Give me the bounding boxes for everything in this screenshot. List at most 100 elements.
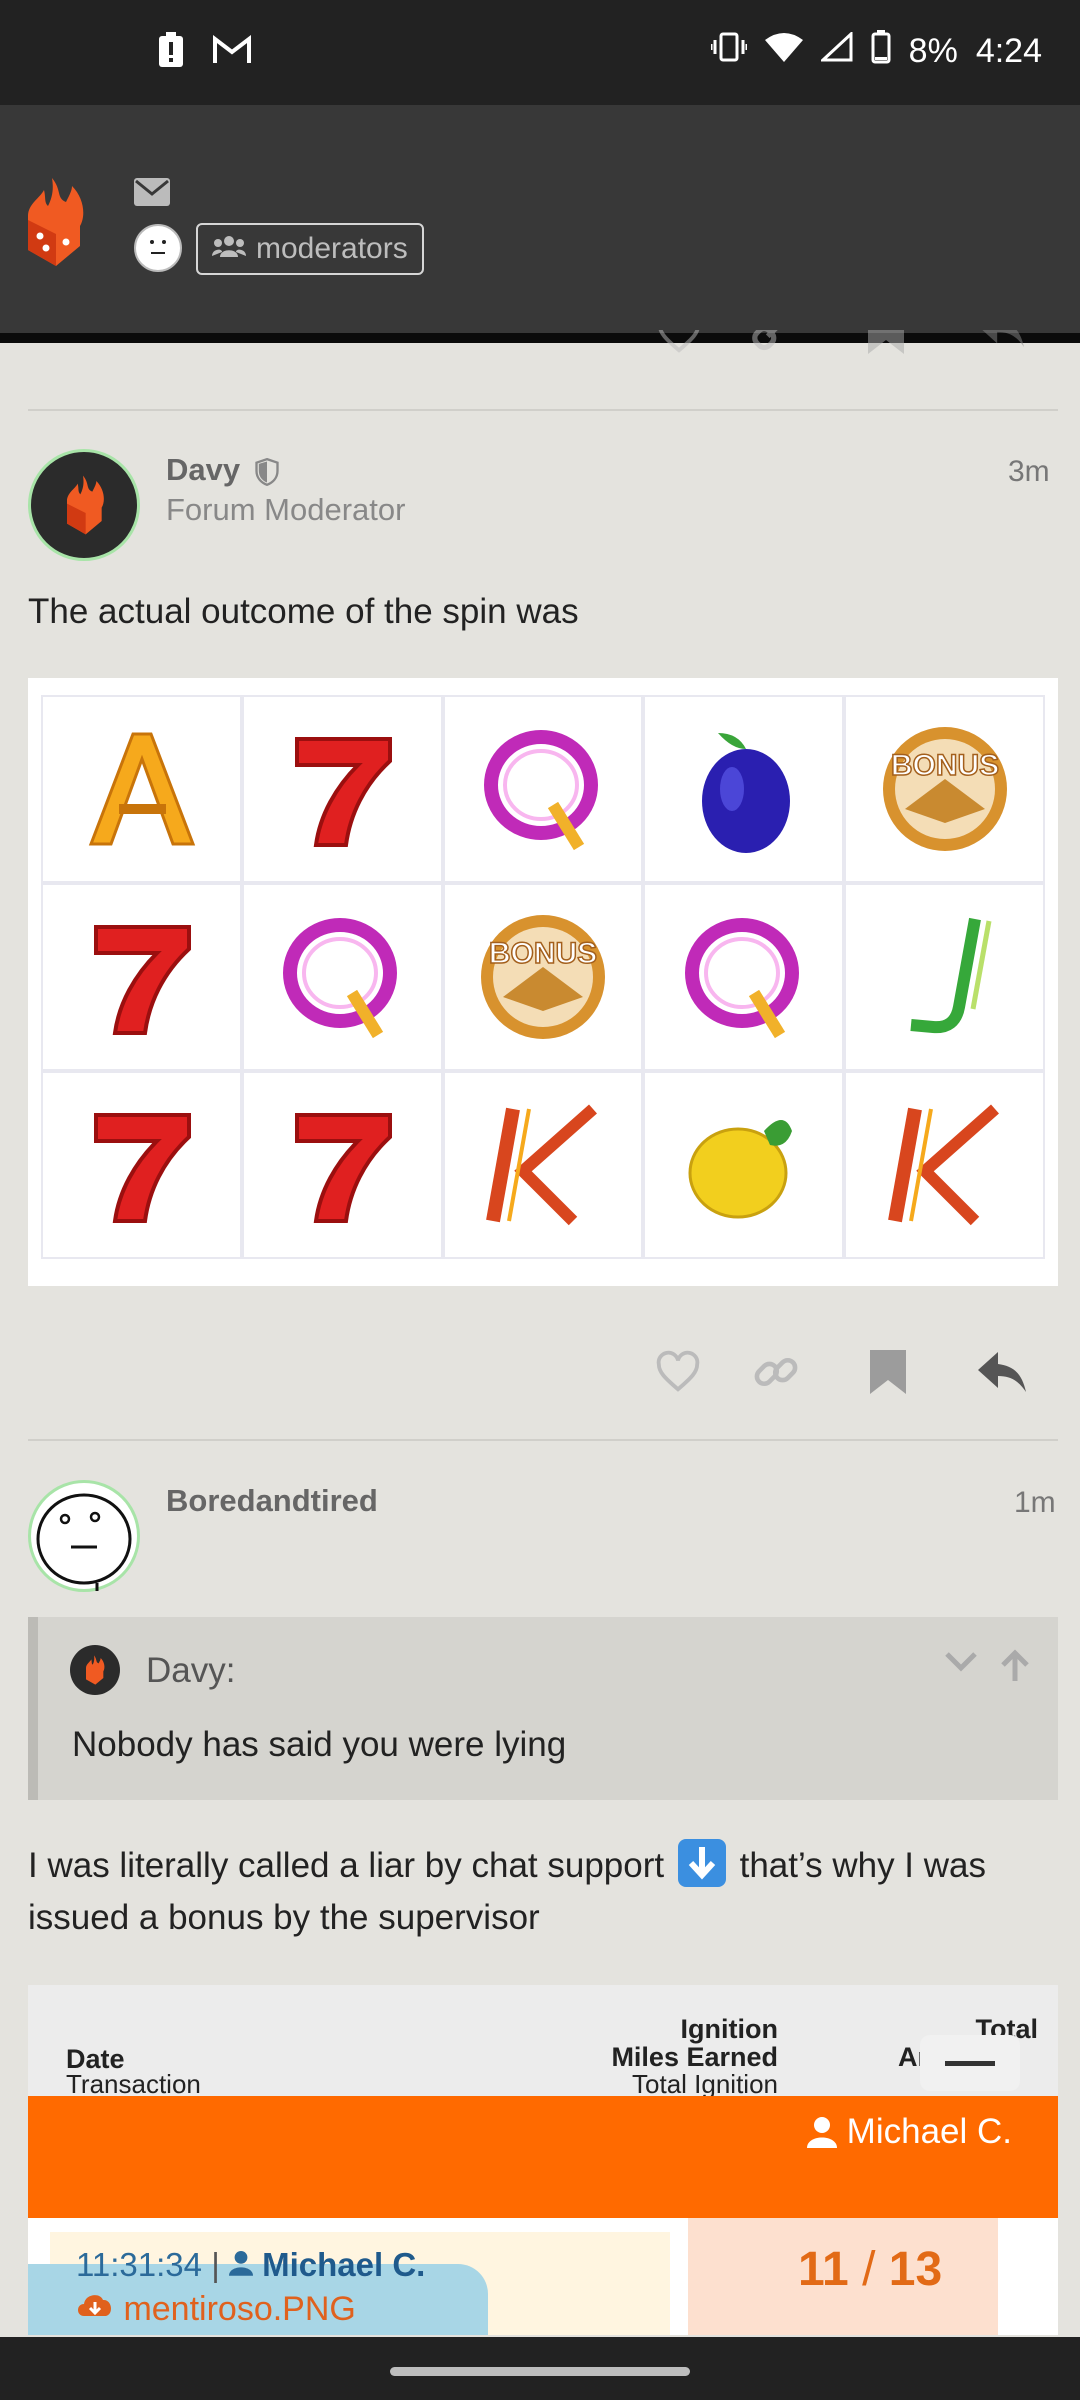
down-arrow-emoji-icon	[677, 1839, 726, 1887]
user-icon	[228, 2251, 253, 2276]
slot-cell	[241, 1071, 443, 1259]
reply-icon	[978, 1352, 1026, 1392]
quote-text: Nobody has said you were lying	[72, 1725, 567, 1764]
like-button[interactable]	[648, 1342, 708, 1402]
symbol-lemon	[688, 1120, 792, 1219]
slot-cell	[643, 695, 845, 883]
quote-border	[28, 1617, 38, 1800]
symbol-k	[887, 1104, 999, 1226]
bookmark-icon	[868, 330, 904, 354]
chevron-down-icon[interactable]	[944, 1649, 978, 1688]
chat-meta: 11:31:34 | Michael C.	[76, 2246, 426, 2283]
slot-cell	[41, 1071, 242, 1259]
slot-cell	[844, 1071, 1045, 1259]
post-username[interactable]: Davy	[166, 452, 279, 488]
chat-message: 11:31:34 | Michael C. mentiroso.PNG 11 /…	[28, 2218, 1058, 2335]
svg-text:BONUS: BONUS	[489, 937, 597, 970]
slot-cell	[643, 1071, 845, 1259]
vibrate-icon	[709, 32, 749, 71]
symbol-plum	[701, 733, 790, 853]
arrow-up-icon[interactable]	[1000, 1649, 1030, 1688]
slot-cell	[844, 883, 1045, 1071]
symbol-seven	[295, 737, 393, 847]
home-gesture-handle[interactable]	[390, 2367, 690, 2376]
symbol-q	[684, 918, 799, 1039]
symbol-bonus: BONUS	[882, 727, 1007, 851]
bookmark-button[interactable]	[858, 1342, 918, 1402]
post-avatar-boredandtired[interactable]	[28, 1480, 140, 1592]
status-bar: 8% 4:24	[0, 0, 1080, 105]
post-avatar-davy[interactable]	[28, 449, 140, 561]
bookmark-icon	[870, 1350, 906, 1394]
link-icon	[754, 1357, 798, 1387]
site-logo[interactable]	[22, 176, 88, 273]
slot-cell	[41, 695, 242, 883]
symbol-j	[910, 917, 992, 1034]
slot-cell	[241, 695, 443, 883]
post-time[interactable]: 3m	[1008, 455, 1050, 489]
cloud-download-icon	[78, 2295, 112, 2316]
slot-cell	[442, 695, 644, 883]
user-icon	[806, 2117, 837, 2148]
symbol-a	[89, 732, 196, 846]
forum-header	[0, 105, 1080, 335]
col-miles-2: Miles Earned	[611, 2042, 778, 2072]
minimize-button[interactable]	[920, 2035, 1020, 2091]
alert-battery-icon	[158, 32, 184, 77]
clock: 4:24	[975, 32, 1042, 70]
battery-percent: 8%	[908, 32, 958, 70]
gmail-icon	[212, 34, 252, 74]
slot-cell: BONUS	[844, 695, 1045, 883]
quote-controls	[944, 1649, 1030, 1688]
link-icon	[752, 330, 778, 351]
minus-icon	[945, 2061, 995, 2066]
post-body: The actual outcome of the spin was	[28, 592, 579, 631]
svg-text:BONUS: BONUS	[890, 749, 998, 782]
symbol-k	[486, 1104, 597, 1226]
post-divider	[28, 1439, 1058, 1441]
quote-avatar	[70, 1645, 120, 1695]
battery-icon	[871, 30, 891, 73]
signal-icon	[818, 30, 853, 71]
symbol-seven	[94, 925, 192, 1035]
mail-icon[interactable]	[134, 178, 170, 211]
post-body: I was literally called a liar by chat su…	[28, 1839, 1058, 1944]
like-icon	[658, 330, 700, 353]
col-miles-1: Ignition	[680, 2014, 778, 2044]
slot-grid: BONUS BONUS	[41, 695, 1045, 1259]
reply-icon	[982, 330, 1024, 348]
quote-author: Davy:	[146, 1651, 236, 1690]
slot-cell	[643, 883, 845, 1071]
user-title: Forum Moderator	[166, 492, 406, 527]
group-badge[interactable]: moderators	[196, 223, 424, 275]
chat-screenshot-image[interactable]: Date Transaction Ignition Miles Earned T…	[28, 1985, 1058, 2335]
shield-icon	[255, 457, 279, 486]
copy-link-button[interactable]	[746, 1342, 806, 1402]
agent-name: Michael C.	[806, 2112, 1012, 2152]
post-username[interactable]: Boredandtired	[166, 1483, 378, 1519]
symbol-seven	[94, 1113, 192, 1223]
reply-button[interactable]	[972, 1342, 1032, 1402]
slot-cell	[41, 883, 242, 1071]
slot-result-image[interactable]: BONUS BONUS	[28, 678, 1058, 1286]
previous-post-actions	[0, 330, 1080, 370]
chat-attachment[interactable]: mentiroso.PNG	[76, 2290, 356, 2329]
slot-cell	[442, 1071, 644, 1259]
symbol-seven	[295, 1113, 393, 1223]
quote-block: Davy: Nobody has said you were lying	[28, 1617, 1058, 1800]
symbol-q	[283, 918, 398, 1039]
users-icon	[212, 232, 246, 266]
group-label: moderators	[256, 232, 408, 265]
chat-header-bar: Michael C.	[28, 2096, 1058, 2218]
user-avatar[interactable]	[134, 224, 182, 272]
post-actions	[0, 1342, 1080, 1402]
wifi-icon	[764, 32, 803, 71]
symbol-q	[483, 730, 598, 851]
post-divider	[28, 409, 1058, 411]
slot-cell	[241, 883, 443, 1071]
slot-cell: BONUS	[442, 883, 644, 1071]
heart-icon	[656, 1350, 700, 1392]
message-counter: 11 / 13	[798, 2243, 943, 2296]
post-time[interactable]: 1m	[1014, 1486, 1056, 1520]
symbol-bonus: BONUS	[480, 915, 605, 1039]
